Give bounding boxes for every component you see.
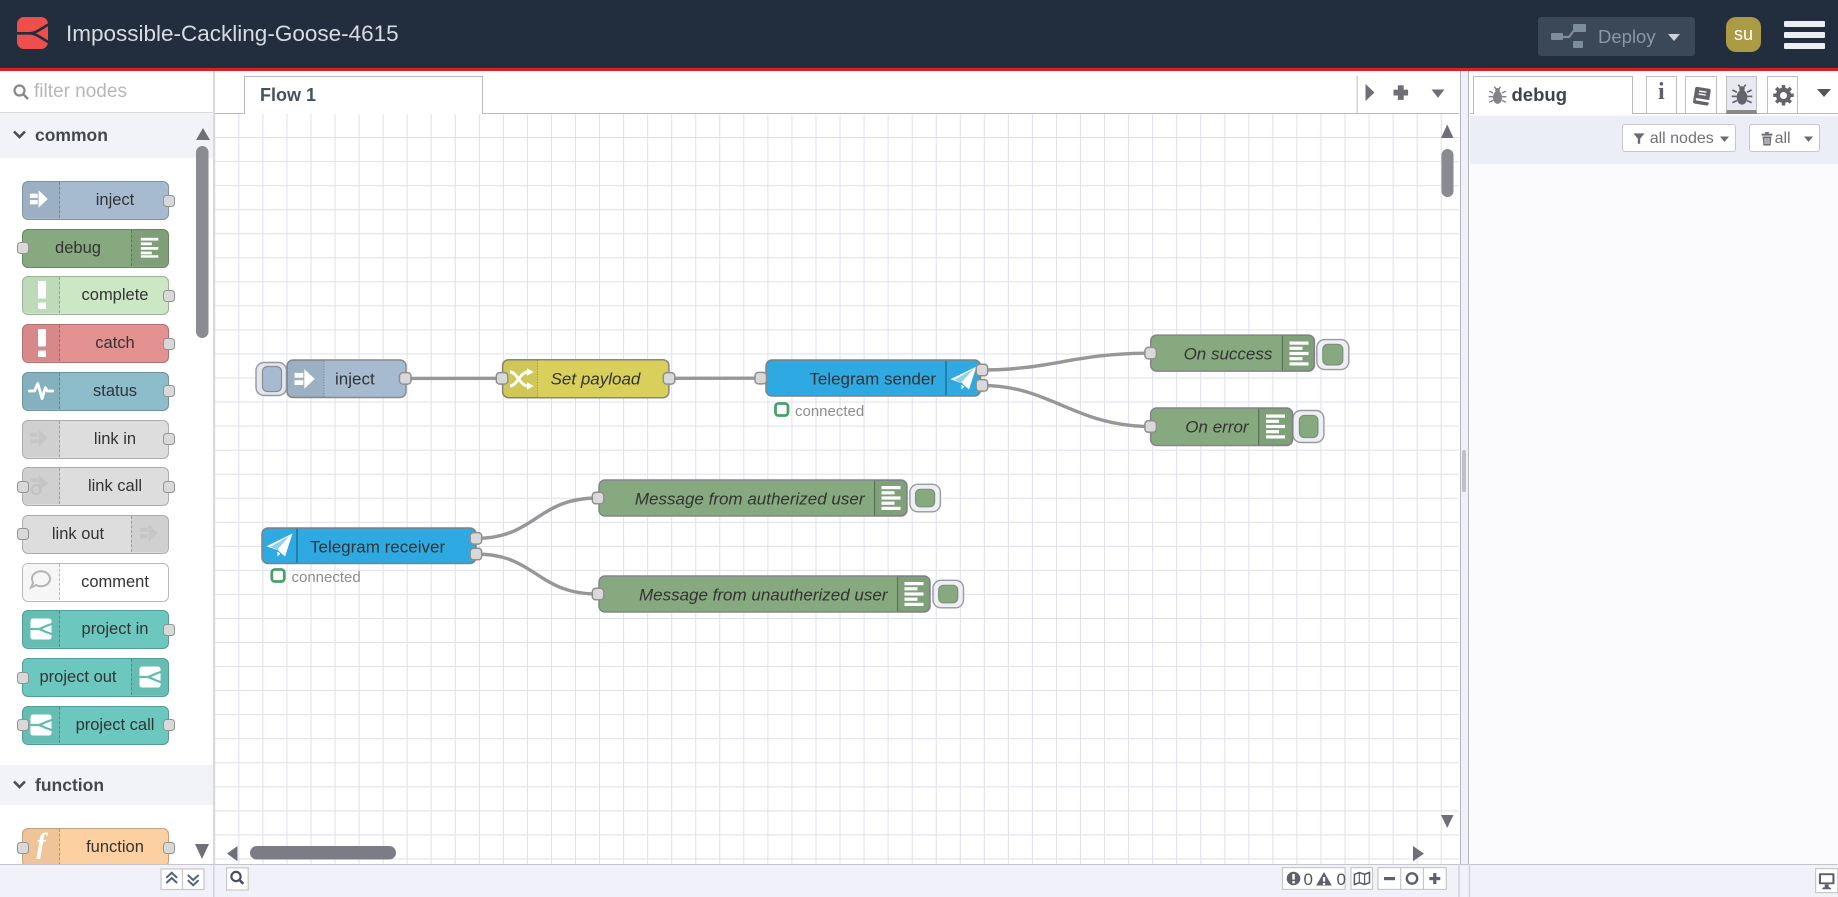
svg-text:Message from unautherized user: Message from unautherized user: [639, 586, 889, 605]
svg-text:Telegram receiver: Telegram receiver: [310, 538, 445, 557]
svg-text:0: 0: [1337, 870, 1346, 889]
svg-text:inject: inject: [335, 370, 375, 389]
svg-text:0: 0: [1304, 870, 1313, 889]
svg-text:On error: On error: [1185, 418, 1250, 437]
svg-text:Telegram sender: Telegram sender: [809, 370, 936, 389]
svg-text:connected: connected: [292, 569, 361, 586]
svg-text:Set payload: Set payload: [551, 370, 641, 389]
svg-text:On success: On success: [1184, 345, 1273, 364]
svg-text:connected: connected: [795, 403, 864, 420]
svg-text:Message from autherized user: Message from autherized user: [635, 490, 866, 509]
